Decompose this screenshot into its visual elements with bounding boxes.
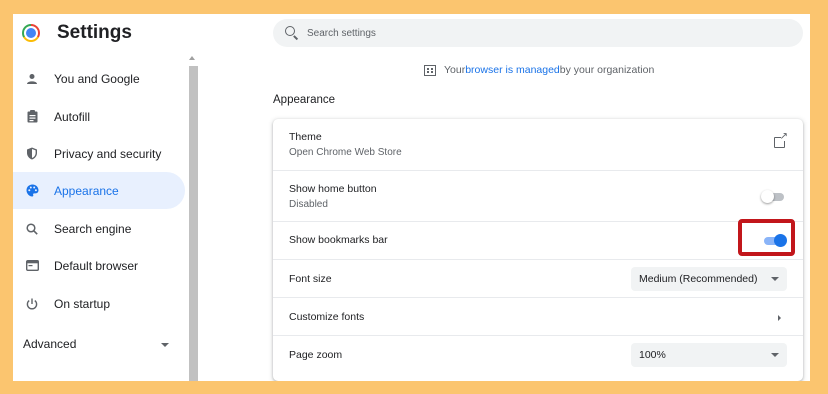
building-icon xyxy=(424,64,436,76)
theme-row[interactable]: Theme Open Chrome Web Store xyxy=(273,119,803,170)
dropdown-arrow-icon xyxy=(771,353,779,357)
page-zoom-value: 100% xyxy=(639,349,666,361)
sidebar: Settings You and Google Autofill Privacy… xyxy=(13,14,201,381)
theme-subtitle: Open Chrome Web Store xyxy=(289,147,402,158)
sidebar-item-label: You and Google xyxy=(54,71,140,86)
managed-link[interactable]: browser is managed xyxy=(465,64,560,76)
managed-notice: Your browser is managed by your organiza… xyxy=(424,64,654,76)
chevron-right-icon xyxy=(778,315,781,321)
sidebar-item-on-startup[interactable]: On startup xyxy=(13,285,185,322)
sidebar-scrollbar-thumb[interactable] xyxy=(189,66,198,381)
sidebar-item-label: Search engine xyxy=(54,221,132,236)
sidebar-item-label: Autofill xyxy=(54,109,91,124)
appearance-card: Theme Open Chrome Web Store Show home bu… xyxy=(273,119,803,381)
scroll-up-arrow-icon[interactable] xyxy=(189,56,195,60)
sidebar-item-label: Default browser xyxy=(54,258,139,273)
shield-icon xyxy=(25,147,39,161)
power-icon xyxy=(25,297,39,311)
home-button-status: Disabled xyxy=(289,199,328,210)
font-size-title: Font size xyxy=(289,273,332,285)
open-in-new-icon[interactable] xyxy=(774,131,788,148)
font-size-select[interactable]: Medium (Recommended) xyxy=(631,267,787,291)
toggle-knob xyxy=(761,190,774,203)
page-zoom-select[interactable]: 100% xyxy=(631,343,787,367)
home-button-title: Show home button xyxy=(289,183,377,195)
highlight-annotation xyxy=(738,219,795,256)
chevron-down-icon[interactable] xyxy=(161,343,169,347)
sidebar-item-appearance[interactable]: Appearance xyxy=(13,172,185,209)
sidebar-item-you-and-google[interactable]: You and Google xyxy=(13,60,185,97)
person-icon xyxy=(25,72,39,86)
home-button-toggle[interactable] xyxy=(761,190,785,204)
clipboard-icon xyxy=(25,110,39,124)
browser-icon xyxy=(25,259,39,273)
sidebar-item-label: Appearance xyxy=(54,183,119,198)
home-button-row[interactable]: Show home button Disabled xyxy=(273,170,803,221)
page-zoom-title: Page zoom xyxy=(289,349,343,361)
brand-header: Settings xyxy=(13,14,201,52)
search-icon xyxy=(285,26,295,36)
bookmarks-bar-title: Show bookmarks bar xyxy=(289,234,388,246)
sidebar-item-search-engine[interactable]: Search engine xyxy=(13,210,185,247)
page-title: Settings xyxy=(57,22,132,43)
palette-icon xyxy=(25,184,39,198)
font-size-value: Medium (Recommended) xyxy=(639,273,758,285)
page-zoom-row: Page zoom 100% xyxy=(273,335,803,381)
managed-prefix: Your xyxy=(444,64,466,76)
sidebar-item-label: On startup xyxy=(54,296,111,311)
dropdown-arrow-icon xyxy=(771,277,779,281)
sidebar-item-label: Privacy and security xyxy=(54,146,162,161)
customize-fonts-title: Customize fonts xyxy=(289,311,365,323)
font-size-row: Font size Medium (Recommended) xyxy=(273,259,803,297)
section-title: Appearance xyxy=(273,94,336,106)
search-icon xyxy=(25,222,39,236)
customize-fonts-row[interactable]: Customize fonts xyxy=(273,297,803,335)
settings-window: Settings You and Google Autofill Privacy… xyxy=(13,14,810,381)
theme-title: Theme xyxy=(289,131,322,143)
chrome-logo-icon xyxy=(22,24,40,42)
sidebar-item-autofill[interactable]: Autofill xyxy=(13,98,185,135)
managed-suffix: by your organization xyxy=(559,64,655,76)
sidebar-item-privacy-and-security[interactable]: Privacy and security xyxy=(13,135,185,172)
sidebar-item-default-browser[interactable]: Default browser xyxy=(13,247,185,284)
search-input[interactable] xyxy=(307,24,787,42)
bookmarks-bar-row[interactable]: Show bookmarks bar xyxy=(273,221,803,259)
advanced-toggle[interactable]: Advanced xyxy=(23,337,76,351)
search-bar[interactable] xyxy=(273,19,803,47)
